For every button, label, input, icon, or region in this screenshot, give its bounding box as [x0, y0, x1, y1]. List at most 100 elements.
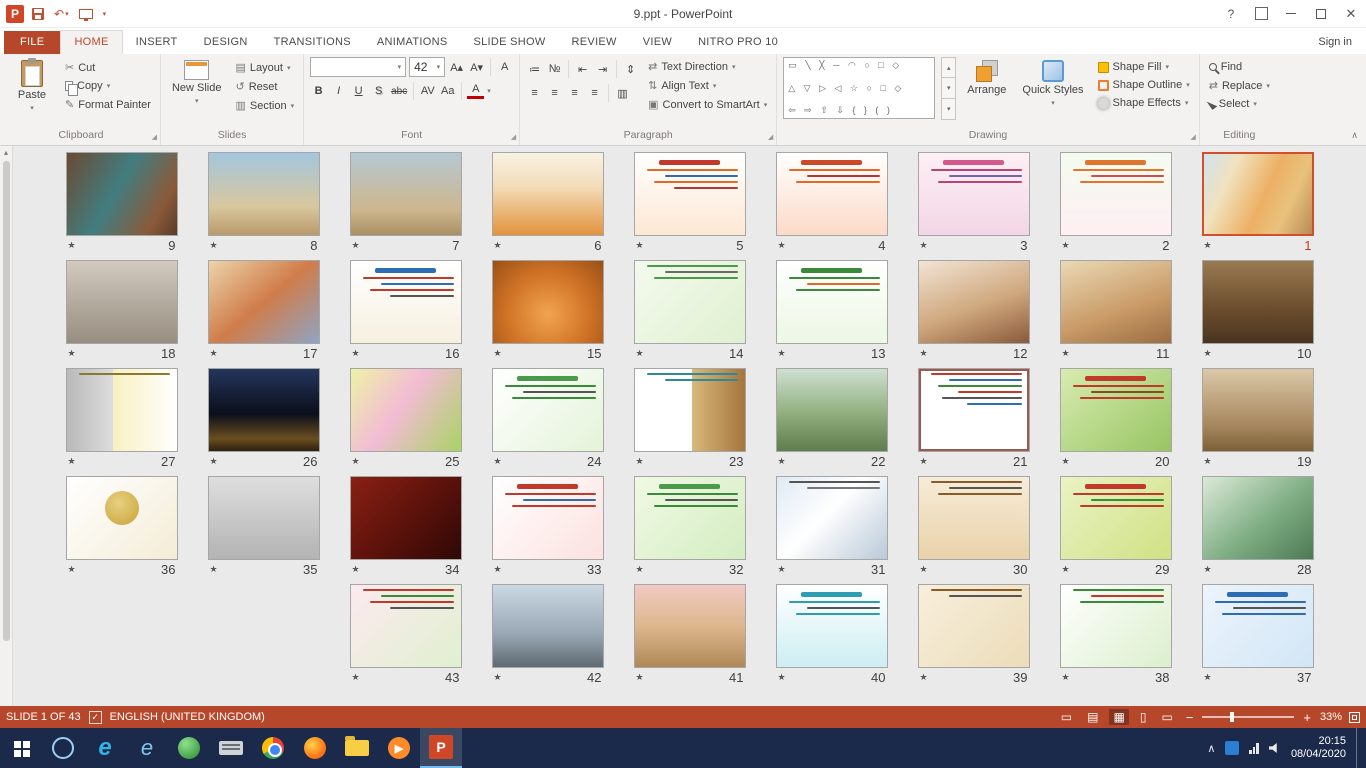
shape-effects-button[interactable]: Shape Effects▾ [1095, 96, 1193, 110]
columns-button[interactable]: ▥ [614, 84, 631, 102]
slide-image[interactable] [350, 152, 462, 236]
character-spacing-button[interactable]: AV [419, 82, 436, 100]
tab-design[interactable]: DESIGN [191, 31, 261, 54]
slide-thumbnail-39[interactable]: ★39 [918, 584, 1030, 687]
bold-button[interactable]: B [310, 82, 327, 100]
comments-button[interactable]: ▭ [1057, 709, 1076, 725]
slide-image[interactable] [918, 152, 1030, 236]
slide-thumbnail-36[interactable]: ★36 [66, 476, 178, 579]
slide-image[interactable] [492, 260, 604, 344]
slide-image[interactable] [1202, 476, 1314, 560]
slide-thumbnail-14[interactable]: ★14 [634, 260, 746, 363]
start-slideshow-button[interactable] [77, 8, 95, 20]
slide-thumbnail-31[interactable]: ★31 [776, 476, 888, 579]
undo-button[interactable]: ↶▾ [52, 6, 71, 22]
zoom-in-button[interactable]: + [1301, 710, 1313, 725]
slide-image[interactable] [776, 368, 888, 452]
slide-image[interactable] [350, 584, 462, 668]
align-left-button[interactable]: ≡ [526, 84, 543, 102]
taskbar-chrome[interactable] [252, 728, 294, 768]
slide-thumbnail-32[interactable]: ★32 [634, 476, 746, 579]
decrease-font-size-button[interactable]: A▾ [468, 58, 485, 76]
format-painter-button[interactable]: ✎Format Painter [62, 97, 154, 112]
zoom-level[interactable]: 33% [1320, 711, 1342, 723]
change-case-button[interactable]: Aa [439, 82, 456, 100]
taskbar-file-explorer[interactable] [336, 728, 378, 768]
slide-image[interactable] [208, 476, 320, 560]
shapes-scroll-up-button[interactable]: ▴ [941, 57, 956, 78]
shapes-scroll-down-button[interactable]: ▾ [941, 78, 956, 99]
slide-indicator[interactable]: SLIDE 1 OF 43 [6, 711, 81, 723]
tab-insert[interactable]: INSERT [123, 31, 191, 54]
underline-button[interactable]: U [350, 82, 367, 100]
slide-thumbnail-40[interactable]: ★40 [776, 584, 888, 687]
slide-image[interactable] [492, 152, 604, 236]
taskbar-keyboard[interactable] [210, 728, 252, 768]
slide-image[interactable] [918, 584, 1030, 668]
slide-thumbnail-9[interactable]: ★9 [66, 152, 178, 255]
align-right-button[interactable]: ≡ [566, 84, 583, 102]
maximize-button[interactable] [1306, 0, 1336, 27]
taskbar-media-player[interactable]: ▶ [378, 728, 420, 768]
slide-thumbnail-13[interactable]: ★13 [776, 260, 888, 363]
scrollbar-thumb[interactable] [3, 161, 10, 641]
slide-thumbnail-27[interactable]: ★27 [66, 368, 178, 471]
justify-button[interactable]: ≡ [586, 84, 603, 102]
slide-image[interactable] [776, 260, 888, 344]
minimize-button[interactable] [1276, 0, 1306, 27]
slide-thumbnail-18[interactable]: ★18 [66, 260, 178, 363]
slide-image[interactable] [1060, 260, 1172, 344]
slide-image[interactable] [350, 368, 462, 452]
slide-thumbnail-4[interactable]: ★4 [776, 152, 888, 255]
spellcheck-icon[interactable]: ✓ [89, 711, 102, 724]
tab-file[interactable]: FILE [4, 31, 60, 54]
select-button[interactable]: Select▾ [1206, 97, 1273, 111]
slide-image[interactable] [208, 260, 320, 344]
slide-thumbnail-5[interactable]: ★5 [634, 152, 746, 255]
taskbar-firefox[interactable] [294, 728, 336, 768]
view-slideshow-button[interactable]: ▭ [1157, 709, 1176, 725]
slide-image[interactable] [634, 152, 746, 236]
slide-image[interactable] [634, 476, 746, 560]
language-indicator[interactable]: ENGLISH (UNITED KINGDOM) [110, 711, 265, 723]
slide-image[interactable] [1202, 368, 1314, 452]
italic-button[interactable]: I [330, 82, 347, 100]
customize-quick-access-button[interactable]: ▾ [101, 9, 109, 19]
slide-image[interactable] [66, 368, 178, 452]
show-desktop-button[interactable] [1356, 728, 1362, 768]
slide-thumbnail-35[interactable]: ★35 [208, 476, 320, 579]
font-size-combobox[interactable]: 42▾ [409, 57, 445, 77]
slide-thumbnail-7[interactable]: ★7 [350, 152, 462, 255]
taskbar-app-green[interactable] [168, 728, 210, 768]
tray-app-icon[interactable] [1225, 741, 1239, 755]
slide-thumbnail-43[interactable]: ★43 [350, 584, 462, 687]
slide-image[interactable] [208, 368, 320, 452]
slide-image[interactable] [350, 260, 462, 344]
align-text-button[interactable]: ⇅Align Text▾ [645, 78, 770, 93]
increase-font-size-button[interactable]: A▴ [448, 58, 465, 76]
slide-image[interactable] [1060, 152, 1172, 236]
slide-thumbnail-16[interactable]: ★16 [350, 260, 462, 363]
slide-image[interactable] [776, 584, 888, 668]
tab-slide-show[interactable]: SLIDE SHOW [460, 31, 558, 54]
start-button[interactable] [0, 728, 42, 768]
strikethrough-button[interactable]: abc [390, 82, 408, 100]
convert-to-smartart-button[interactable]: ▣Convert to SmartArt▾ [645, 97, 770, 112]
cut-button[interactable]: ✂Cut [62, 60, 154, 75]
vertical-scrollbar[interactable]: ▴ [0, 146, 13, 706]
tab-nitro-pro[interactable]: NITRO PRO 10 [685, 31, 791, 54]
slide-image[interactable] [918, 368, 1030, 452]
slide-image[interactable] [634, 584, 746, 668]
view-slide-sorter-button[interactable]: ▦ [1109, 709, 1128, 725]
slide-thumbnail-11[interactable]: ★11 [1060, 260, 1172, 363]
slide-thumbnail-20[interactable]: ★20 [1060, 368, 1172, 471]
close-button[interactable]: ✕ [1336, 0, 1366, 27]
reset-button[interactable]: ↺Reset [233, 79, 298, 94]
quick-styles-button[interactable]: Quick Styles ▾ [1017, 57, 1088, 111]
line-spacing-button[interactable]: ⇕ [622, 60, 639, 78]
slide-thumbnail-42[interactable]: ★42 [492, 584, 604, 687]
clipboard-dialog-launcher[interactable]: ◢ [152, 133, 157, 141]
slide-image[interactable] [66, 476, 178, 560]
numbering-button[interactable]: № [546, 60, 563, 78]
slide-image[interactable] [1060, 476, 1172, 560]
